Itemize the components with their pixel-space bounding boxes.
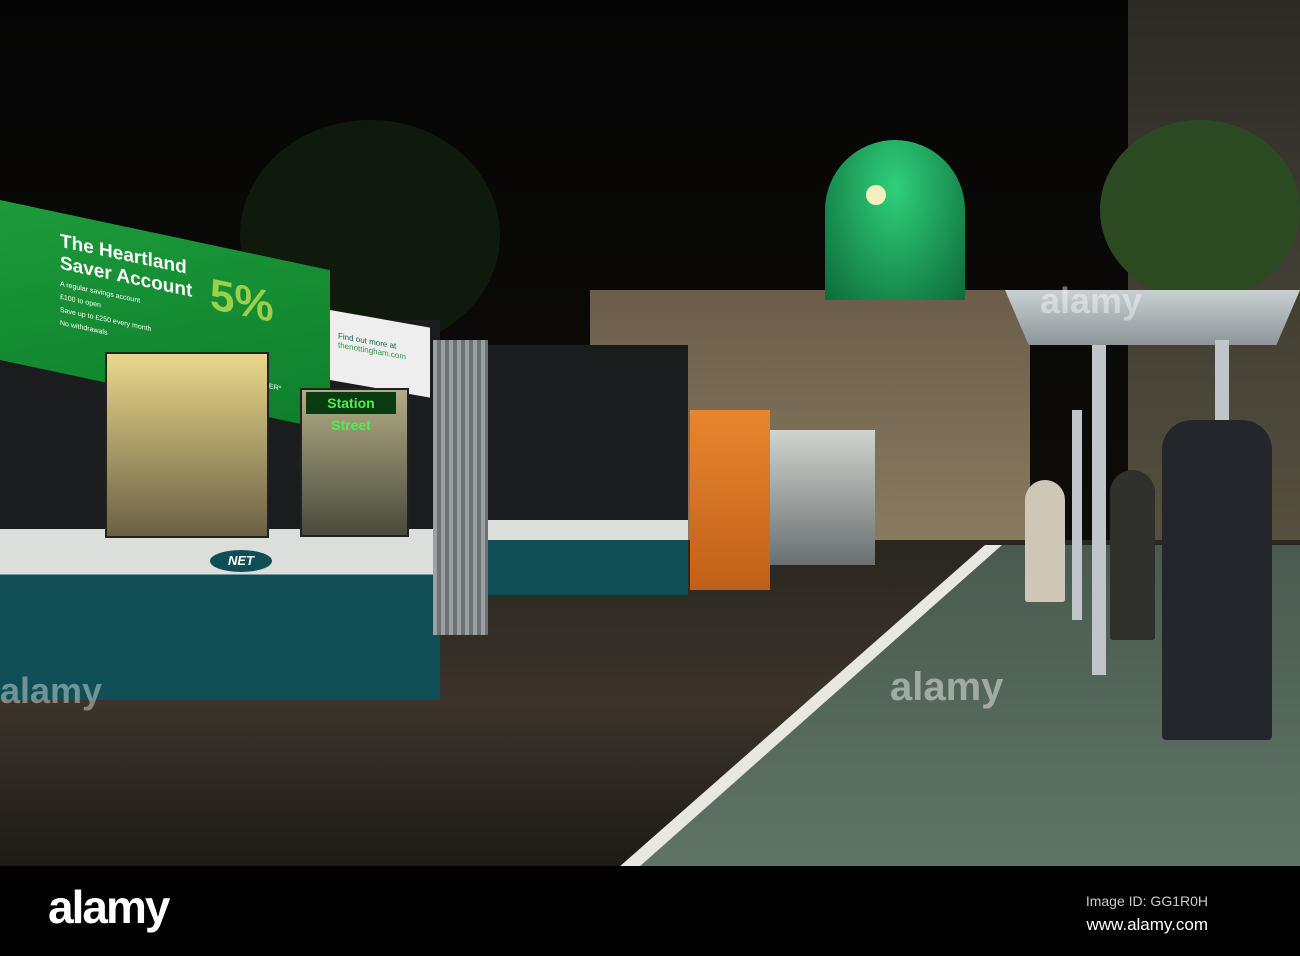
photo-scene: The Heartland Saver Account A regular sa… — [0, 0, 1300, 866]
tree — [1100, 120, 1300, 300]
tram-window — [105, 352, 269, 538]
clock-face — [866, 185, 886, 205]
watermark-footer — [0, 866, 1300, 956]
site-url: www.alamy.com — [1086, 915, 1208, 934]
shelter-pole — [1092, 345, 1106, 675]
watermark-text: alamy — [0, 670, 103, 711]
person-standing — [1162, 420, 1272, 740]
person-standing — [1110, 470, 1155, 640]
watermark-text: alamy — [1040, 280, 1143, 321]
tram-rear-car — [770, 430, 875, 565]
net-logo: NET — [210, 550, 272, 572]
person-standing — [1025, 480, 1065, 602]
destination-display: Station Street — [306, 392, 396, 433]
tram-middle-car — [488, 345, 688, 595]
alamy-logo: alamy — [48, 881, 170, 933]
image-id: Image ID: GG1R0H — [1085, 893, 1208, 909]
watermark-text: alamy — [890, 665, 1004, 709]
tram-articulation — [433, 340, 488, 635]
shelter-pole — [1072, 410, 1082, 620]
tram-orange-car — [690, 410, 770, 590]
green-dome — [825, 140, 965, 300]
